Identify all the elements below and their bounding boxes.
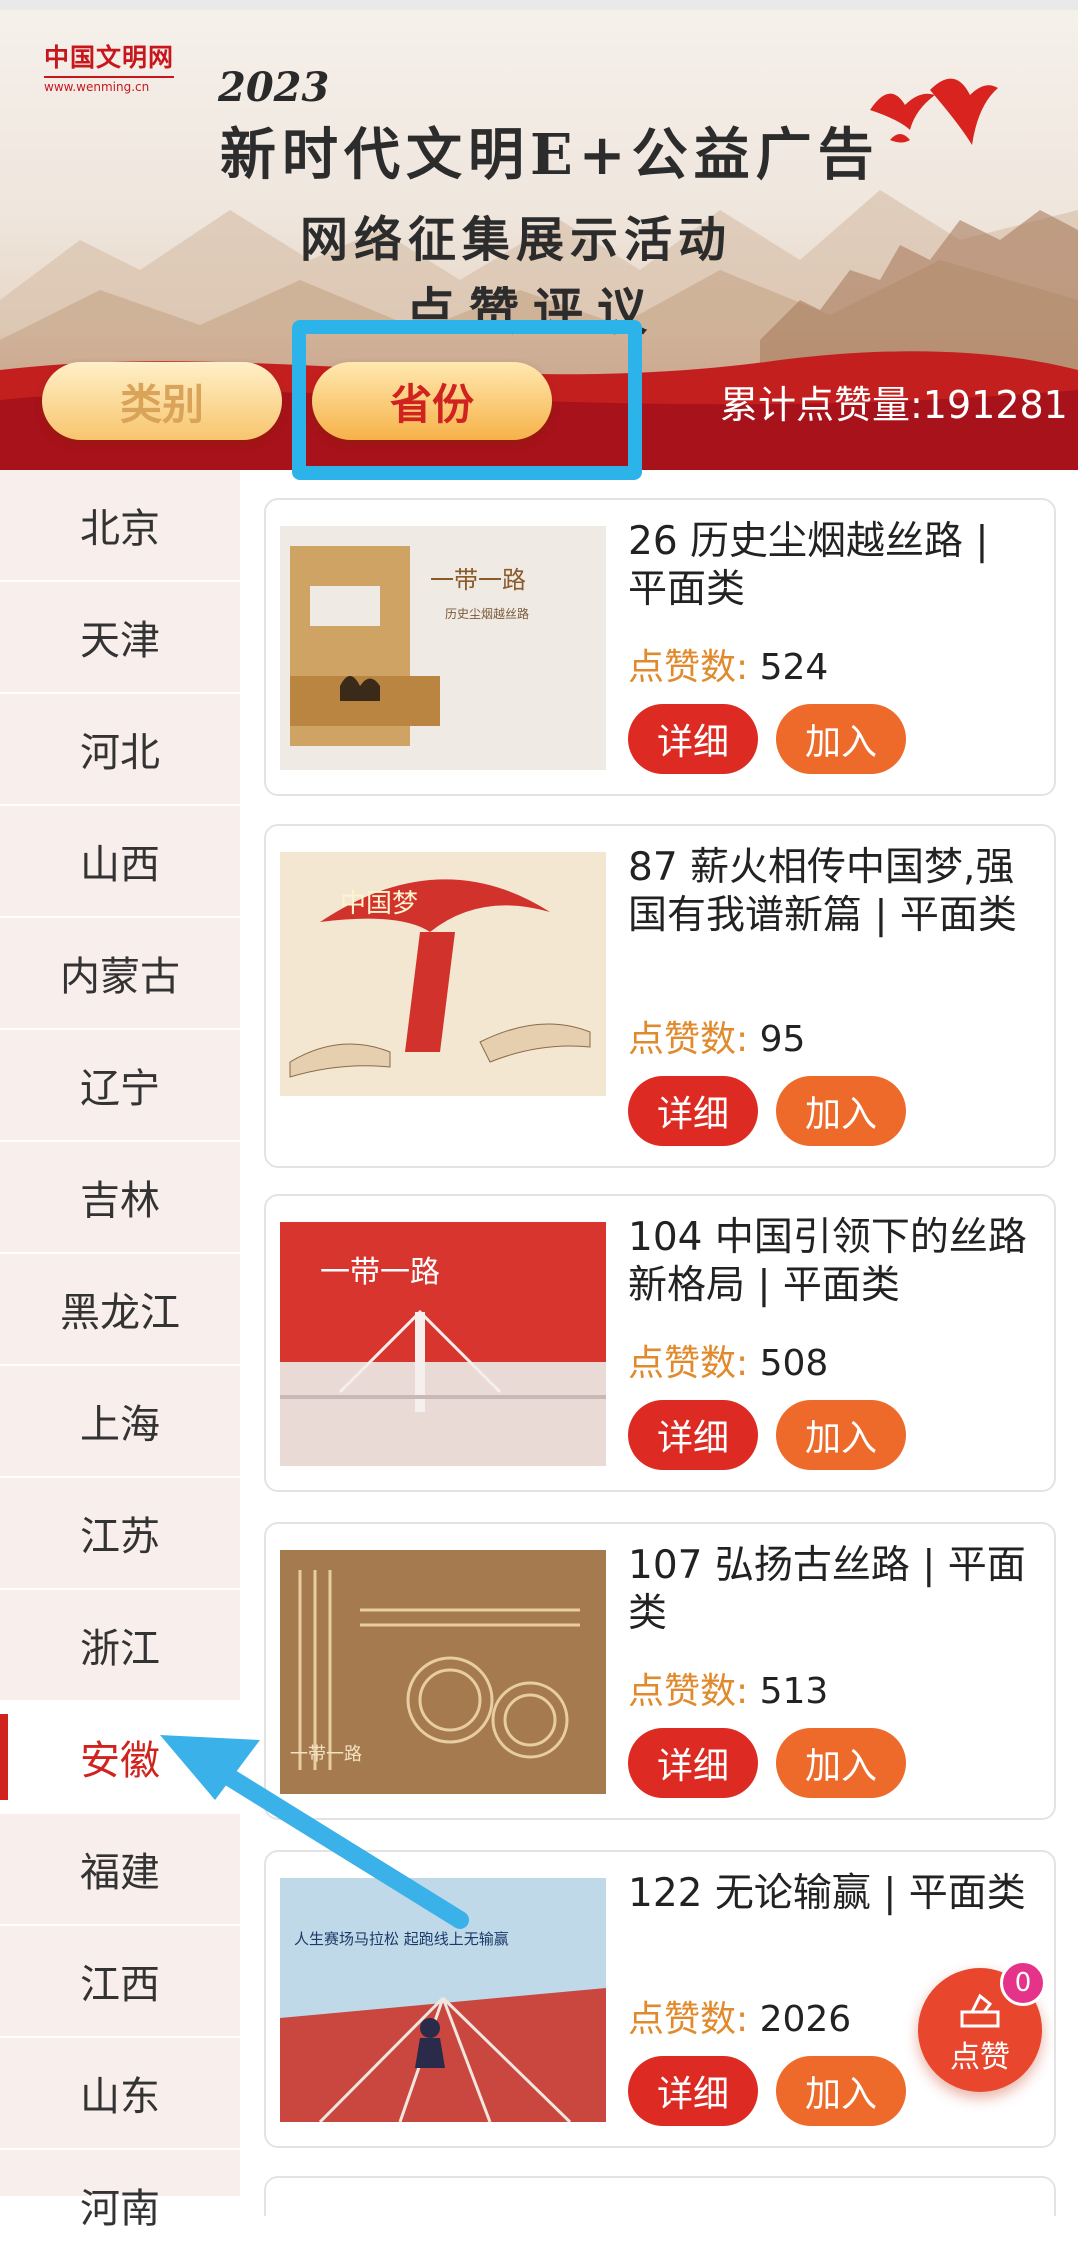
status-strip: [0, 0, 1078, 10]
logo-text: 中国文明网: [44, 43, 175, 72]
sidebar-item-jiangsu[interactable]: 江苏: [0, 1478, 240, 1590]
ballot-icon: [960, 1993, 1000, 2028]
entry-thumbnail[interactable]: 人生赛场马拉松 起跑线上无输赢: [280, 1878, 606, 2122]
likes-count: 2026: [759, 1999, 852, 2040]
entry-title[interactable]: 104 中国引领下的丝路新格局 | 平面类: [628, 1214, 1038, 1310]
total-likes-counter: 累计点赞量:191281: [720, 383, 1068, 427]
sidebar-item-fujian[interactable]: 福建: [0, 1814, 240, 1926]
entry-thumbnail[interactable]: 一带一路 历史尘烟越丝路: [280, 526, 606, 770]
sidebar-item-hebei[interactable]: 河北: [0, 694, 240, 806]
svg-text:历史尘烟越丝路: 历史尘烟越丝路: [445, 606, 529, 621]
likes-label: 点赞数:: [628, 647, 749, 688]
detail-button[interactable]: 详细: [628, 1076, 758, 1146]
thumb-caption: 一带一路: [430, 566, 526, 594]
likes-label: 点赞数:: [628, 1019, 749, 1060]
vote-button[interactable]: 点赞 0: [918, 1960, 1046, 2092]
event-year: 2023: [218, 64, 330, 111]
detail-button[interactable]: 详细: [628, 1728, 758, 1798]
entry-card[interactable]: 一带一路 历史尘烟越丝路 26 历史尘烟越丝路 | 平面类 点赞数: 524 详…: [264, 498, 1056, 796]
sidebar-item-neimenggu[interactable]: 内蒙古: [0, 918, 240, 1030]
entry-card[interactable]: 一带一路 107 弘扬古丝路 | 平面类 点赞数: 513 详细 加入: [264, 1522, 1056, 1820]
thumb-caption: 一带一路: [320, 1255, 440, 1290]
vote-count-badge: 0: [1000, 1960, 1046, 2006]
entry-title[interactable]: 26 历史尘烟越丝路 | 平面类: [628, 518, 1038, 614]
detail-button[interactable]: 详细: [628, 704, 758, 774]
likes-count: 508: [759, 1343, 829, 1384]
entry-thumbnail[interactable]: 中国梦: [280, 852, 606, 1096]
sidebar-item-beijing[interactable]: 北京: [0, 470, 240, 582]
vote-label: 点赞: [950, 2040, 1010, 2075]
logo-url: www.wenming.cn: [44, 76, 175, 94]
thumb-caption: 中国梦: [340, 889, 418, 919]
join-button[interactable]: 加入: [776, 2056, 906, 2126]
join-button[interactable]: 加入: [776, 1400, 906, 1470]
sidebar-item-liaoning[interactable]: 辽宁: [0, 1030, 240, 1142]
likes-count: 524: [759, 647, 829, 688]
site-logo[interactable]: 中国文明网 www.wenming.cn: [44, 38, 175, 94]
sidebar-item-tianjin[interactable]: 天津: [0, 582, 240, 694]
detail-button[interactable]: 详细: [628, 2056, 758, 2126]
likes-row: 点赞数: 95: [628, 1010, 805, 1062]
sidebar-item-shandong[interactable]: 山东: [0, 2038, 240, 2150]
sidebar-item-zhejiang[interactable]: 浙江: [0, 1590, 240, 1702]
entry-title[interactable]: 122 无论输赢 | 平面类: [628, 1870, 1038, 1918]
likes-row: 点赞数: 508: [628, 1334, 828, 1386]
tab-category[interactable]: 类别: [42, 362, 282, 440]
entries-list[interactable]: 一带一路 历史尘烟越丝路 26 历史尘烟越丝路 | 平面类 点赞数: 524 详…: [240, 470, 1078, 2216]
entry-thumbnail[interactable]: 一带一路: [280, 1222, 606, 1466]
entry-card[interactable]: 一带一路 104 中国引领下的丝路新格局 | 平面类 点赞数: 508 详细 加…: [264, 1194, 1056, 1492]
thumb-caption: 一带一路: [290, 1744, 362, 1765]
sidebar-item-jiangxi[interactable]: 江西: [0, 1926, 240, 2038]
sidebar-item-jilin[interactable]: 吉林: [0, 1142, 240, 1254]
doves-icon: [870, 78, 998, 145]
province-tab-highlight: [292, 320, 642, 480]
sidebar-item-shanxi[interactable]: 山西: [0, 806, 240, 918]
entry-title[interactable]: 107 弘扬古丝路 | 平面类: [628, 1542, 1038, 1638]
likes-label: 点赞数:: [628, 1671, 749, 1712]
entry-thumbnail[interactable]: 一带一路: [280, 1550, 606, 1794]
sidebar-item-heilongjiang[interactable]: 黑龙江: [0, 1254, 240, 1366]
sidebar-item-henan[interactable]: 河南: [0, 2150, 240, 2262]
join-button[interactable]: 加入: [776, 704, 906, 774]
likes-row: 点赞数: 2026: [628, 1990, 851, 2042]
thumb-caption: 人生赛场马拉松 起跑线上无输赢: [294, 1930, 509, 1948]
sidebar-item-shanghai[interactable]: 上海: [0, 1366, 240, 1478]
likes-label: 点赞数:: [628, 1999, 749, 2040]
entry-title[interactable]: 87 薪火相传中国梦,强国有我谱新篇 | 平面类: [628, 844, 1038, 940]
likes-row: 点赞数: 513: [628, 1662, 828, 1714]
detail-button[interactable]: 详细: [628, 1400, 758, 1470]
join-button[interactable]: 加入: [776, 1076, 906, 1146]
banner-subtitle: 网络征集展示活动: [300, 212, 733, 268]
entry-card[interactable]: 中国梦 87 薪火相传中国梦,强国有我谱新篇 | 平面类 点赞数: 95 详细 …: [264, 824, 1056, 1168]
join-button[interactable]: 加入: [776, 1728, 906, 1798]
likes-count: 95: [759, 1019, 806, 1060]
likes-count: 513: [759, 1671, 829, 1712]
likes-row: 点赞数: 524: [628, 638, 828, 690]
province-sidebar[interactable]: 北京 天津 河北 山西 内蒙古 辽宁 吉林 黑龙江 上海 江苏 浙江 安徽 福建…: [0, 470, 240, 2262]
likes-label: 点赞数:: [628, 1343, 749, 1384]
entry-card[interactable]: [264, 2176, 1056, 2216]
banner-title: 新时代文明E+公益广告: [220, 122, 880, 188]
sidebar-item-anhui[interactable]: 安徽: [0, 1702, 240, 1814]
